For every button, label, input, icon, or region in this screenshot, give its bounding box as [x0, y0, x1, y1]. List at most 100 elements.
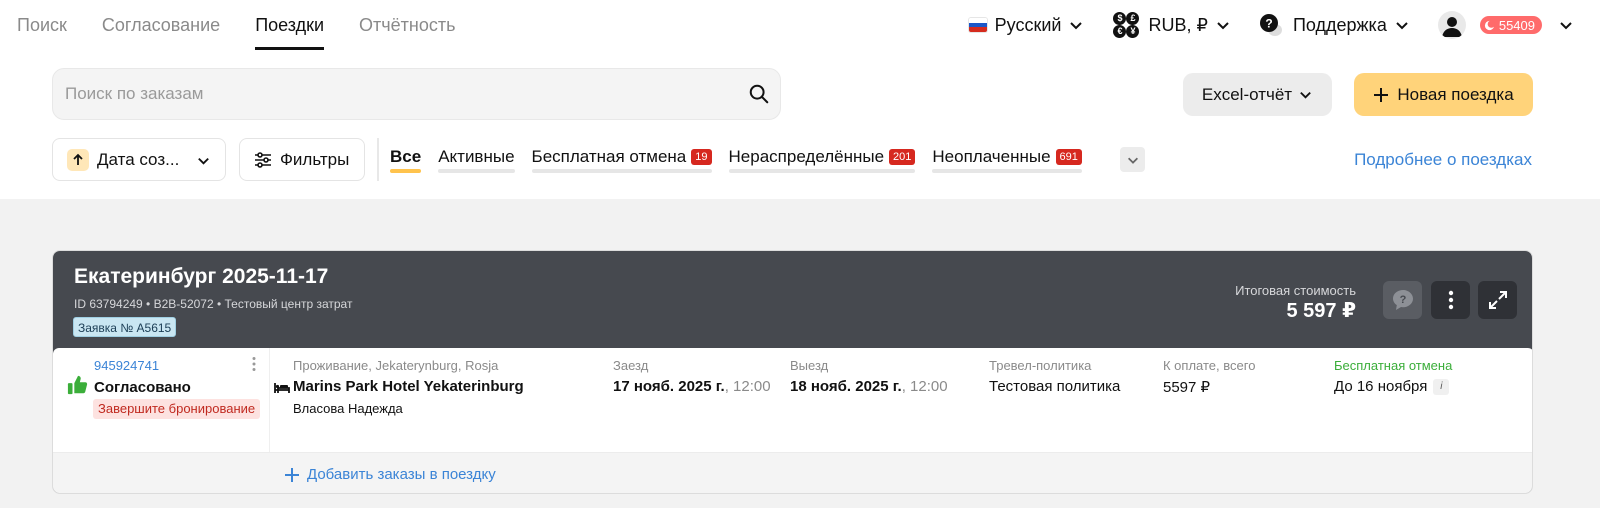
new-trip-label: Новая поездка — [1397, 84, 1514, 104]
help-chat-icon: ? — [1259, 14, 1282, 36]
trip-card: Екатеринбург 2025-11-17 ID 63794249 • B2… — [52, 250, 1533, 494]
chevron-down-icon — [1127, 157, 1138, 164]
expand-button[interactable] — [1478, 281, 1517, 319]
bonus-points-badge: 55409 — [1479, 16, 1542, 34]
expand-icon — [1488, 291, 1507, 309]
svg-text:?: ? — [1265, 17, 1272, 31]
order-status: Согласовано — [94, 379, 191, 396]
order-search — [52, 68, 781, 120]
tab-unpaid[interactable]: Неоплаченные 691 — [932, 140, 1082, 175]
travel-policy-value: Тестовая политика — [989, 378, 1121, 395]
add-orders-bar: Добавить заказы в поездку — [53, 452, 1532, 493]
info-icon[interactable]: i — [1433, 379, 1450, 396]
filters-label: Фильтры — [280, 149, 350, 169]
travel-policy-label: Тревел-политика — [989, 358, 1092, 373]
nav-tab-reports[interactable]: Отчётность — [359, 0, 455, 50]
plus-icon — [285, 467, 299, 482]
checkout-value: 18 нояб. 2025 г., 12:00 — [790, 378, 948, 395]
more-vertical-icon[interactable] — [249, 356, 259, 372]
user-menu[interactable]: 55409 — [1437, 11, 1574, 39]
free-cancel-value: До 16 ноября i — [1334, 378, 1450, 396]
tab-label: Активные — [438, 147, 515, 166]
user-icon — [1441, 17, 1462, 37]
checkout-date: 18 нояб. 2025 г. — [790, 378, 902, 395]
tab-label: Бесплатная отмена — [531, 147, 687, 166]
excel-report-label: Excel-отчёт — [1201, 84, 1293, 104]
chevron-down-icon — [1070, 22, 1083, 30]
tab-all[interactable]: Все — [390, 140, 422, 175]
support-menu[interactable]: ? Поддержка — [1259, 13, 1410, 37]
tab-unassigned[interactable]: Нераспределённые 201 — [728, 140, 916, 175]
filters-button[interactable]: Фильтры — [239, 138, 365, 181]
avatar — [1437, 11, 1466, 39]
plus-icon — [1374, 87, 1389, 102]
order-panel: 945924741 Согласовано Завершите брониров… — [53, 348, 1532, 493]
order-summary: 945924741 Согласовано Завершите брониров… — [53, 348, 270, 452]
nav-tab-search[interactable]: Поиск — [17, 0, 67, 50]
count-badge: 201 — [889, 149, 916, 165]
chevron-down-icon — [1396, 22, 1408, 30]
currency-selector[interactable]: $ £ € ¥ RUB, ₽ — [1112, 11, 1230, 39]
guest-name: Власова Надежда — [293, 401, 403, 416]
chevron-down-icon — [1217, 22, 1229, 30]
hotel-name[interactable]: Marins Park Hotel Yekaterinburg — [293, 378, 524, 395]
checkin-value: 17 нояб. 2025 г., 12:00 — [613, 378, 771, 395]
add-orders-button[interactable]: Добавить заказы в поездку — [285, 466, 496, 483]
tab-label: Все — [390, 147, 422, 166]
currency-label: RUB, ₽ — [1148, 14, 1208, 35]
support-label: Поддержка — [1292, 14, 1387, 35]
trip-menu-button[interactable] — [1431, 281, 1470, 319]
more-tabs-button[interactable] — [1120, 147, 1145, 172]
top-right-controls: Русский $ £ € ¥ RUB, ₽ ? Поддержка 55409 — [941, 0, 1574, 50]
total-cost-value: 5 597 ₽ — [1286, 300, 1356, 322]
checkout-label: Выезд — [790, 358, 829, 373]
arrow-up-icon — [67, 148, 89, 171]
language-selector[interactable]: Русский — [968, 14, 1085, 36]
tab-free-cancel[interactable]: Бесплатная отмена 19 — [531, 140, 712, 175]
checkin-label: Заезд — [613, 358, 649, 373]
tab-active[interactable]: Активные — [438, 140, 515, 175]
nav-tab-approval[interactable]: Согласование — [102, 0, 220, 50]
main-nav: Поиск Согласование Поездки Отчётность — [17, 0, 491, 50]
count-badge: 691 — [1055, 149, 1082, 165]
trip-details-link[interactable]: Подробнее о поездках — [1354, 150, 1532, 170]
sliders-icon — [255, 151, 271, 168]
header-area: Поиск Согласование Поездки Отчётность Ру… — [0, 0, 1600, 199]
currency-coins-icon: $ £ € ¥ — [1112, 11, 1140, 39]
bonus-points-value: 55409 — [1498, 17, 1535, 33]
bed-icon — [274, 383, 290, 393]
free-cancel-label: Бесплатная отмена — [1334, 358, 1453, 373]
payment-value: 5597 ₽ — [1163, 379, 1211, 396]
order-id-link[interactable]: 945924741 — [94, 358, 159, 373]
excel-report-button[interactable]: Excel-отчёт — [1183, 73, 1332, 116]
sort-label: Дата соз... — [97, 149, 180, 169]
search-input[interactable] — [65, 69, 725, 119]
trip-filter-tabs: Все Активные Бесплатная отмена 19 Нераспр… — [390, 140, 1099, 175]
language-label: Русский — [994, 14, 1062, 35]
payment-label: К оплате, всего — [1163, 358, 1256, 373]
total-cost-label: Итоговая стоимость — [1235, 283, 1356, 298]
checkin-time: , 12:00 — [724, 378, 771, 395]
chevron-down-icon — [198, 157, 209, 165]
checkout-time: , 12:00 — [901, 378, 948, 395]
search-icon[interactable] — [748, 83, 770, 105]
complete-booking-warning[interactable]: Завершите бронирование — [93, 399, 261, 419]
svg-text:?: ? — [1399, 294, 1406, 306]
chat-button[interactable]: ? — [1383, 281, 1422, 319]
tab-label: Неоплаченные — [932, 147, 1051, 166]
chevron-down-icon — [1300, 91, 1311, 99]
chevron-down-icon — [1560, 22, 1572, 30]
divider — [377, 138, 379, 181]
moon-icon — [1484, 19, 1495, 30]
sort-button[interactable]: Дата соз... — [52, 138, 226, 181]
new-trip-button[interactable]: Новая поездка — [1354, 73, 1533, 116]
chat-question-icon: ? — [1392, 290, 1413, 310]
request-tag[interactable]: Заявка № A5615 — [73, 317, 177, 337]
thumbs-up-icon — [67, 375, 88, 395]
checkin-date: 17 нояб. 2025 г. — [613, 378, 725, 395]
trip-meta: ID 63794249 • B2B-52072 • Тестовый центр… — [74, 297, 353, 311]
add-orders-label: Добавить заказы в поездку — [307, 466, 496, 483]
nav-tab-trips[interactable]: Поездки — [255, 0, 324, 50]
trip-title[interactable]: Екатеринбург 2025-11-17 — [74, 265, 328, 289]
russia-flag-icon — [968, 18, 987, 32]
